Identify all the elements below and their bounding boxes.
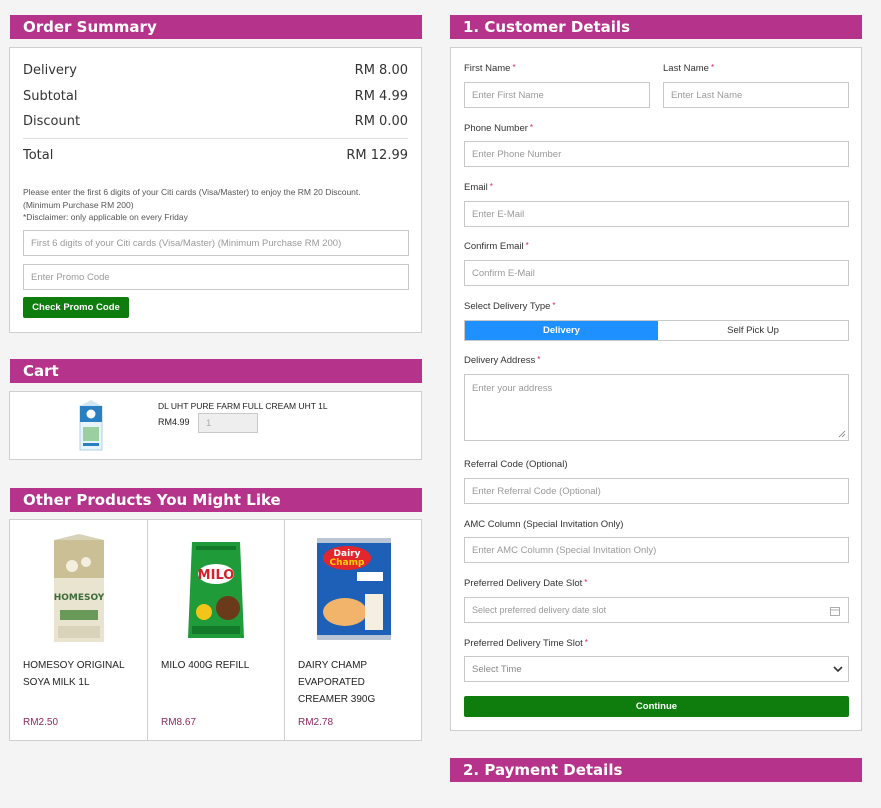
recommendations-panel: HOMESOY HOMESOY ORIGINAL SOYA MILK 1L RM… <box>9 519 422 741</box>
svg-text:MILO: MILO <box>198 568 235 583</box>
product-image: MILO <box>148 532 284 642</box>
email-input[interactable]: Enter E-Mail <box>464 201 849 227</box>
customer-details-panel: First Name * Enter First Name Last Name * … <box>450 47 862 731</box>
product-name: HOMESOY ORIGINAL SOYA MILK 1L <box>23 660 125 688</box>
discount-value: RM 0.00 <box>354 114 408 129</box>
last-name-label: Last Name * <box>663 63 715 74</box>
product-price: RM2.50 <box>23 717 59 728</box>
time-slot-label: Preferred Delivery Time Slot * <box>464 638 588 649</box>
citi-note-line-3: *Disclaimer: only applicable on every Fr… <box>23 212 188 222</box>
order-summary-panel: Delivery RM 8.00 Subtotal RM 4.99 Discou… <box>9 47 422 333</box>
subtotal-label: Subtotal <box>23 89 78 104</box>
customer-details-header: 1. Customer Details <box>450 15 862 39</box>
order-summary-header: Order Summary <box>10 15 422 39</box>
citi-note-line-2: (Minimum Purchase RM 200) <box>23 199 134 210</box>
cart-quantity-input[interactable]: 1 <box>198 413 258 433</box>
referral-input[interactable]: Enter Referral Code (Optional) <box>464 478 849 504</box>
svg-text:Champ: Champ <box>330 558 365 568</box>
amc-label: AMC Column (Special Invitation Only) <box>464 519 624 530</box>
date-slot-input[interactable]: Select preferred delivery date slot <box>464 597 849 623</box>
subtotal-value: RM 4.99 <box>354 89 408 104</box>
delivery-option-button[interactable]: Delivery <box>465 321 658 340</box>
cart-item-image <box>78 400 104 452</box>
cart-item-price: RM4.99 <box>158 417 190 427</box>
creamer-can-icon: Dairy Champ <box>317 538 391 640</box>
last-name-input[interactable]: Enter Last Name <box>663 82 849 108</box>
time-slot-select[interactable]: Select Time <box>464 656 849 682</box>
email-label: Email * <box>464 182 493 193</box>
amc-input[interactable]: Enter AMC Column (Special Invitation Onl… <box>464 537 849 563</box>
first-name-label: First Name * <box>464 63 516 74</box>
confirm-email-input[interactable]: Confirm E-Mail <box>464 260 849 286</box>
summary-row-delivery: Delivery RM 8.00 <box>23 63 408 78</box>
address-textarea[interactable]: Enter your address <box>464 374 849 441</box>
check-promo-button[interactable]: Check Promo Code <box>23 297 129 318</box>
total-value: RM 12.99 <box>346 148 408 163</box>
calendar-icon <box>830 607 840 616</box>
product-price: RM8.67 <box>161 717 197 728</box>
resize-handle-icon[interactable] <box>838 430 846 438</box>
cart-header: Cart <box>10 359 422 383</box>
self-pickup-option-button[interactable]: Self Pick Up <box>658 321 848 340</box>
svg-text:HOMESOY: HOMESOY <box>54 593 105 603</box>
recommendations-header: Other Products You Might Like <box>10 488 422 512</box>
summary-row-discount: Discount RM 0.00 <box>23 114 408 129</box>
product-card[interactable]: HOMESOY HOMESOY ORIGINAL SOYA MILK 1L RM… <box>10 520 148 740</box>
promo-code-input[interactable]: Enter Promo Code <box>23 264 409 290</box>
summary-row-subtotal: Subtotal RM 4.99 <box>23 89 408 104</box>
product-image: HOMESOY <box>10 532 147 642</box>
address-placeholder: Enter your address <box>472 383 553 394</box>
citi-discount-note: Please enter the first 6 digits of your … <box>23 186 413 224</box>
payment-details-header[interactable]: 2. Payment Details <box>450 758 862 782</box>
product-card[interactable]: MILO MILO 400G REFILL RM8.67 <box>148 520 285 740</box>
product-price: RM2.78 <box>298 717 334 728</box>
cart-item-name: DL UHT PURE FARM FULL CREAM UHT 1L <box>158 401 328 411</box>
time-slot-value: Select Time <box>472 663 522 675</box>
product-image: Dairy Champ <box>285 532 422 642</box>
confirm-email-label: Confirm Email * <box>464 241 529 252</box>
referral-label: Referral Code (Optional) <box>464 459 568 470</box>
phone-input[interactable]: Enter Phone Number <box>464 141 849 167</box>
first-name-input[interactable]: Enter First Name <box>464 82 650 108</box>
delivery-type-toggle: Delivery Self Pick Up <box>464 320 849 341</box>
product-name: MILO 400G REFILL <box>161 660 250 671</box>
delivery-value: RM 8.00 <box>354 63 408 78</box>
soy-milk-carton-icon: HOMESOY <box>54 534 105 642</box>
phone-label: Phone Number * <box>464 123 534 134</box>
date-slot-label: Preferred Delivery Date Slot * <box>464 578 588 589</box>
summary-row-total: Total RM 12.99 <box>23 148 408 163</box>
delivery-label: Delivery <box>23 63 77 78</box>
delivery-type-label: Select Delivery Type * <box>464 301 556 312</box>
total-label: Total <box>23 148 54 163</box>
continue-button[interactable]: Continue <box>464 696 849 717</box>
address-label: Delivery Address * <box>464 355 541 366</box>
chevron-down-icon <box>833 666 843 673</box>
summary-divider <box>23 138 408 139</box>
discount-label: Discount <box>23 114 81 129</box>
citi-note-line-1: Please enter the first 6 digits of your … <box>23 187 361 197</box>
product-name: DAIRY CHAMP EVAPORATED CREAMER 390G <box>298 660 376 705</box>
date-slot-placeholder: Select preferred delivery date slot <box>472 605 607 615</box>
product-card[interactable]: Dairy Champ DAIRY CHAMP EVAPORATED CREAM… <box>285 520 422 740</box>
milo-refill-pack-icon: MILO <box>188 542 244 638</box>
cart-panel: DL UHT PURE FARM FULL CREAM UHT 1L RM4.9… <box>9 391 422 460</box>
milk-carton-icon <box>79 400 103 451</box>
citi-card-input[interactable]: First 6 digits of your Citi cards (Visa/… <box>23 230 409 256</box>
